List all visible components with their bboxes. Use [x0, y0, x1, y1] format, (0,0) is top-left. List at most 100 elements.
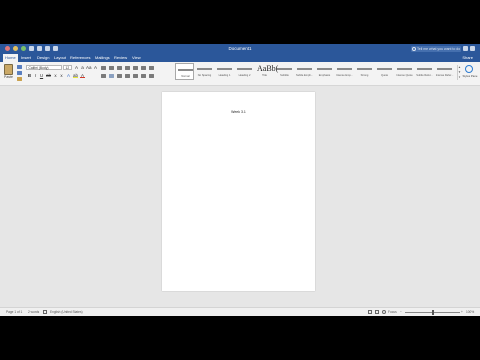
style-title[interactable]: AaBb(Title: [255, 63, 278, 80]
zoom-level[interactable]: 100%: [466, 309, 474, 315]
tab-design[interactable]: Design: [35, 54, 51, 62]
style-name: Subtle Emph...: [295, 74, 313, 77]
shrink-font-icon[interactable]: a: [80, 65, 85, 70]
line-spacing-icon[interactable]: [133, 74, 138, 78]
cut-icon[interactable]: [17, 65, 22, 69]
align-left-icon[interactable]: [101, 74, 106, 78]
decrease-indent-icon[interactable]: [125, 66, 130, 70]
style-quote[interactable]: Quote: [375, 63, 394, 80]
style-name: Subtle Refer...: [416, 74, 433, 77]
shading-icon[interactable]: [141, 74, 146, 78]
format-painter-icon[interactable]: [17, 77, 22, 81]
style-name: Emphasis: [318, 74, 331, 77]
style-name: Normal: [181, 75, 190, 78]
style-sample: [437, 68, 452, 70]
style-intense-refer[interactable]: Intense Refer...: [435, 63, 454, 80]
change-case-icon[interactable]: Aa: [86, 65, 92, 70]
style-name: Strong: [360, 74, 369, 77]
superscript-button[interactable]: x: [59, 73, 64, 78]
focus-icon[interactable]: [382, 310, 386, 314]
font-name-combo[interactable]: Calibri (Body): [26, 65, 62, 70]
underline-button[interactable]: U: [39, 73, 44, 78]
style-name: Heading 2: [238, 74, 251, 77]
style-name: Subtitle: [280, 74, 289, 77]
ribbon-home: Paste Calibri (Body) 12 A a Aa A B I U a…: [0, 62, 480, 86]
align-center-icon[interactable]: [109, 74, 114, 78]
font-color-button[interactable]: A: [80, 73, 85, 78]
document-text[interactable]: Week 3.1: [162, 110, 315, 114]
focus-label[interactable]: Focus: [388, 309, 397, 315]
page-count[interactable]: Page 1 of 1: [6, 309, 22, 315]
style-name: Title: [262, 74, 267, 77]
tab-mailings[interactable]: Mailings: [93, 54, 112, 62]
align-right-icon[interactable]: [117, 74, 122, 78]
styles-pane-label[interactable]: Styles Pane: [462, 74, 478, 79]
show-marks-icon[interactable]: [149, 66, 154, 70]
paste-label: Paste: [4, 75, 13, 79]
style-subtitle[interactable]: Subtitle: [275, 63, 294, 80]
style-normal[interactable]: Normal: [175, 63, 194, 80]
multilevel-list-icon[interactable]: [117, 66, 122, 70]
tab-home[interactable]: Home: [3, 54, 18, 62]
italic-button[interactable]: I: [33, 73, 38, 78]
style-strong[interactable]: Strong: [355, 63, 374, 80]
tell-me-search[interactable]: Tell me what you want to do: [411, 46, 461, 52]
tab-insert[interactable]: Insert: [19, 54, 33, 62]
style-subtle-refer[interactable]: Subtle Refer...: [415, 63, 434, 80]
tab-layout[interactable]: Layout: [52, 54, 68, 62]
gallery-scroll[interactable]: ▲ ▼ ▾: [457, 65, 461, 80]
style-emphasis[interactable]: Emphasis: [315, 63, 334, 80]
document-page[interactable]: Week 3.1: [162, 92, 315, 291]
style-no-spacing[interactable]: No Spacing: [195, 63, 214, 80]
copy-icon[interactable]: [17, 71, 22, 75]
tab-references[interactable]: References: [68, 54, 92, 62]
paste-button[interactable]: Paste: [4, 64, 14, 79]
account-icon[interactable]: [463, 46, 468, 51]
styles-pane-icon[interactable]: [465, 65, 473, 73]
style-sample: [417, 68, 432, 70]
style-subtle-emph[interactable]: Subtle Emph...: [295, 63, 314, 80]
zoom-in-icon[interactable]: +: [461, 309, 463, 315]
justify-icon[interactable]: [125, 74, 130, 78]
feedback-icon[interactable]: [470, 46, 475, 51]
search-placeholder: Tell me what you want to do: [417, 47, 461, 51]
style-sample: [357, 68, 372, 70]
sort-icon[interactable]: [141, 66, 146, 70]
style-heading-1[interactable]: Heading 1: [215, 63, 234, 80]
grow-font-icon[interactable]: A: [74, 65, 79, 70]
zoom-slider-thumb[interactable]: [431, 310, 434, 315]
proofing-icon[interactable]: [43, 310, 47, 314]
style-heading-2[interactable]: Heading 2: [235, 63, 254, 80]
title-bar: Document1 Tell me what you want to do: [0, 44, 480, 54]
increase-indent-icon[interactable]: [133, 66, 138, 70]
style-sample: [337, 68, 352, 70]
borders-icon[interactable]: [149, 74, 154, 78]
style-name: Intense Refer...: [435, 74, 454, 77]
strikethrough-button[interactable]: ab: [46, 73, 51, 78]
subscript-button[interactable]: x: [53, 73, 58, 78]
word-count[interactable]: 2 words: [28, 309, 39, 315]
expand-gallery-icon[interactable]: ▾: [458, 75, 461, 80]
style-sample: [397, 68, 412, 70]
numbering-icon[interactable]: [109, 66, 114, 70]
clear-formatting-icon[interactable]: A: [93, 65, 98, 70]
bold-button[interactable]: B: [27, 73, 32, 78]
style-name: Intense Emp...: [336, 74, 353, 77]
style-sample: [377, 68, 392, 70]
bullets-icon[interactable]: [101, 66, 106, 70]
style-intense-emp[interactable]: Intense Emp...: [335, 63, 354, 80]
paste-icon: [4, 64, 13, 75]
style-intense-quote[interactable]: Intense Quote: [395, 63, 414, 80]
highlight-button[interactable]: ab: [73, 73, 78, 78]
text-effects-button[interactable]: A: [66, 73, 71, 78]
font-size-combo[interactable]: 12: [63, 65, 72, 70]
share-button[interactable]: Share: [462, 55, 473, 61]
print-layout-icon[interactable]: [368, 310, 372, 314]
zoom-out-icon[interactable]: −: [400, 309, 402, 315]
language[interactable]: English (United States): [50, 309, 83, 315]
tab-view[interactable]: View: [130, 54, 143, 62]
style-name: Heading 1: [218, 74, 231, 77]
search-icon: [412, 47, 416, 51]
tab-review[interactable]: Review: [112, 54, 129, 62]
web-layout-icon[interactable]: [375, 310, 379, 314]
